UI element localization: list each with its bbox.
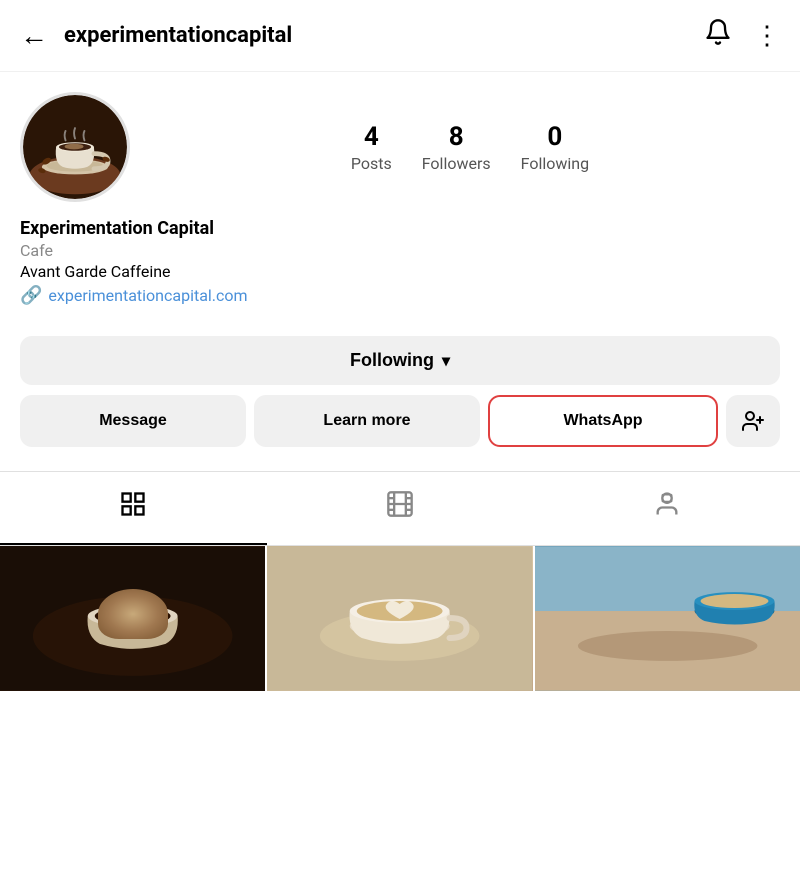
posts-count: 4 [364, 122, 379, 152]
following-count: 0 [547, 122, 562, 152]
secondary-buttons-row: Message Learn more WhatsApp [20, 395, 780, 447]
grid-image-2[interactable] [267, 546, 532, 691]
reels-icon [386, 490, 414, 525]
following-label: Following [521, 154, 589, 173]
profile-top: 4 Posts 8 Followers 0 Following [20, 92, 780, 202]
stats-container: 4 Posts 8 Followers 0 Following [160, 122, 780, 173]
posts-stat[interactable]: 4 Posts [351, 122, 392, 173]
grid-image-3[interactable] [535, 546, 800, 691]
following-button[interactable]: Following ▾ [20, 336, 780, 385]
header-right: ⋮ [704, 18, 780, 53]
avatar[interactable] [20, 92, 130, 202]
followers-stat[interactable]: 8 Followers [422, 122, 491, 173]
profile-tagline: Avant Garde Caffeine [20, 262, 780, 281]
profile-name: Experimentation Capital [20, 218, 780, 239]
following-label: Following [350, 350, 434, 371]
header-left: ← experimentationcapital [20, 19, 292, 52]
whatsapp-button[interactable]: WhatsApp [488, 395, 718, 447]
profile-link[interactable]: 🔗 experimentationcapital.com [20, 285, 780, 306]
chevron-down-icon: ▾ [442, 351, 450, 371]
tab-tagged[interactable] [533, 472, 800, 545]
learn-more-button[interactable]: Learn more [254, 395, 480, 447]
add-person-icon [741, 409, 765, 433]
header: ← experimentationcapital ⋮ [0, 0, 800, 72]
link-text: experimentationcapital.com [48, 286, 247, 305]
grid-image-1[interactable] [0, 546, 265, 691]
link-icon: 🔗 [20, 285, 42, 306]
action-buttons: Following ▾ Message Learn more WhatsApp [0, 322, 800, 461]
message-button[interactable]: Message [20, 395, 246, 447]
profile-section: 4 Posts 8 Followers 0 Following Experime… [0, 72, 800, 322]
followers-label: Followers [422, 154, 491, 173]
tagged-icon [653, 490, 681, 525]
grid-icon [119, 490, 147, 525]
posts-label: Posts [351, 154, 392, 173]
image-grid [0, 546, 800, 691]
more-options-icon[interactable]: ⋮ [754, 21, 780, 51]
page-title: experimentationcapital [64, 23, 292, 48]
add-friend-button[interactable] [726, 395, 780, 447]
back-button[interactable]: ← [20, 19, 48, 52]
followers-count: 8 [449, 122, 464, 152]
bio-section: Experimentation Capital Cafe Avant Garde… [20, 218, 780, 306]
tab-bar [0, 471, 800, 545]
notification-icon[interactable] [704, 18, 732, 53]
following-stat[interactable]: 0 Following [521, 122, 589, 173]
tab-grid[interactable] [0, 472, 267, 545]
tab-reels[interactable] [267, 472, 534, 545]
profile-category: Cafe [20, 241, 780, 260]
